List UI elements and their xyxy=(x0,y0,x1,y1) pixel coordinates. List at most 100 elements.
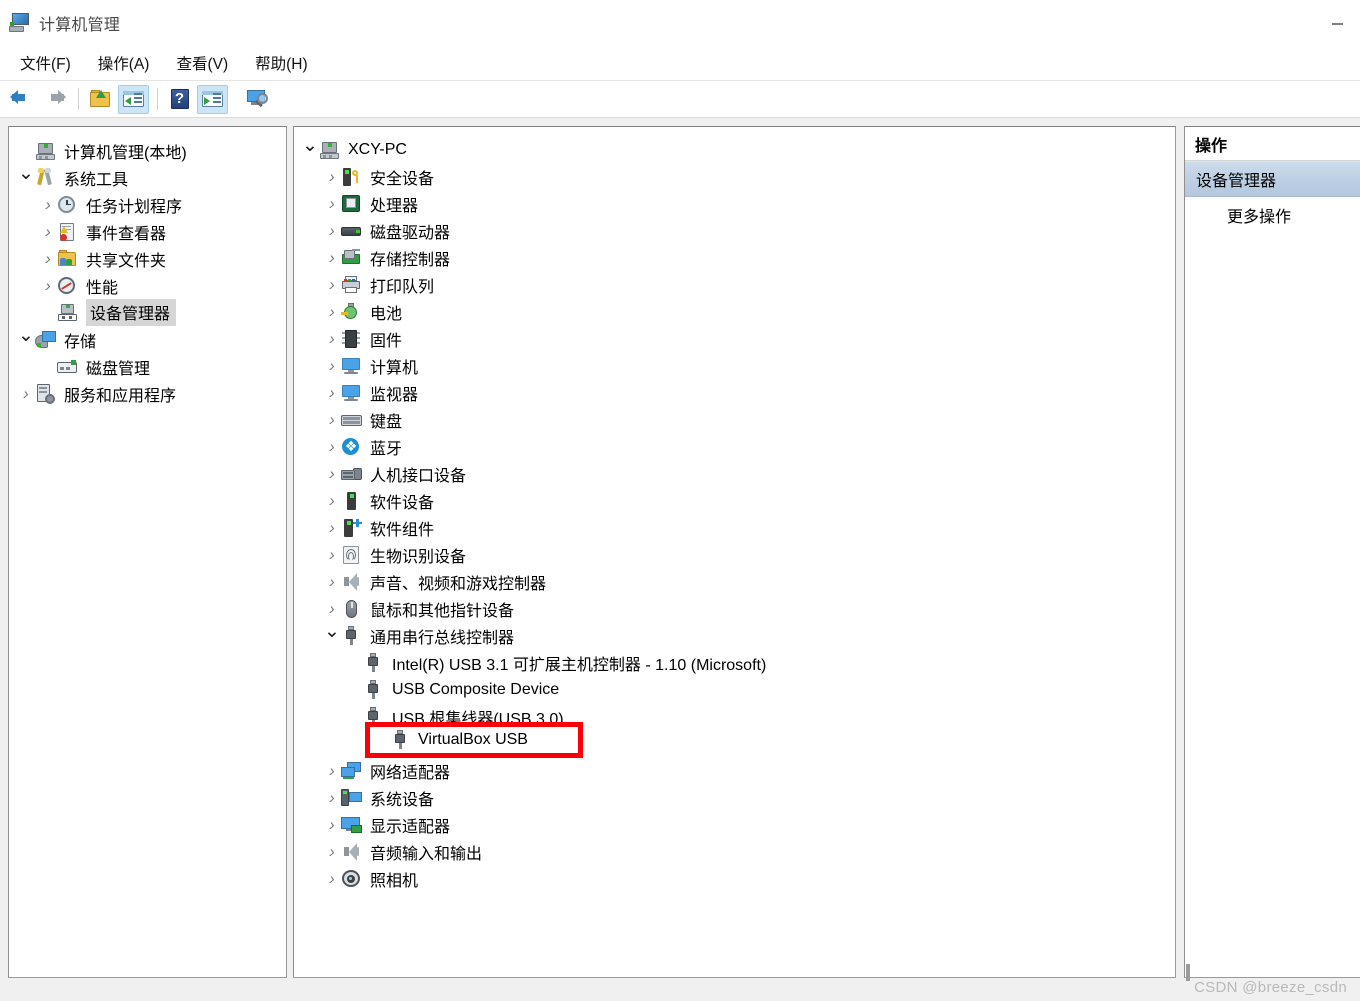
device-category-storage-controllers[interactable]: 存储控制器 xyxy=(301,244,1175,271)
device-node-label: 音频输入和输出 xyxy=(370,845,483,863)
tree-item-performance[interactable]: 性能 xyxy=(17,272,286,299)
menu-item-help[interactable]: 帮助(H) xyxy=(245,49,318,77)
device-node-computer[interactable]: XCY-PC xyxy=(301,136,1175,163)
device-category-firmware[interactable]: 固件 xyxy=(301,325,1175,352)
twisty-collapsed[interactable] xyxy=(323,303,341,320)
forward-button[interactable] xyxy=(39,85,70,114)
twisty-collapsed[interactable] xyxy=(323,843,341,860)
twisty-collapsed[interactable] xyxy=(323,411,341,428)
back-button[interactable] xyxy=(6,85,37,114)
console-tree-panel: 计算机管理(本地) 系统工具 任务计划程序 xyxy=(8,126,287,978)
twisty-collapsed[interactable] xyxy=(323,168,341,185)
device-category-batteries[interactable]: 电池 xyxy=(301,298,1175,325)
device-category-network-adapters[interactable]: 网络适配器 xyxy=(301,757,1175,784)
device-category-audio-inputs-and-outputs[interactable]: 音频输入和输出 xyxy=(301,838,1175,865)
twisty-collapsed[interactable] xyxy=(17,385,35,402)
scan-hardware-icon xyxy=(246,88,271,110)
device-category-usb-controllers[interactable]: 通用串行总线控制器 xyxy=(301,622,1175,649)
audio-io-icon xyxy=(341,842,363,862)
twisty-collapsed[interactable] xyxy=(323,519,341,536)
device-node-label: USB Composite Device xyxy=(392,680,560,698)
device-category-display-adapters[interactable]: 显示适配器 xyxy=(301,811,1175,838)
device-item-intel-usb-xhci[interactable]: Intel(R) USB 3.1 可扩展主机控制器 - 1.10 (Micros… xyxy=(301,649,1175,676)
twisty-collapsed[interactable] xyxy=(323,789,341,806)
twisty-collapsed[interactable] xyxy=(323,222,341,239)
tree-item-storage[interactable]: 存储 xyxy=(17,326,286,353)
device-category-print-queues[interactable]: 打印队列 xyxy=(301,271,1175,298)
tree-item-event-viewer[interactable]: 事件查看器 xyxy=(17,218,286,245)
device-category-mice-and-pointing-devices[interactable]: 鼠标和其他指针设备 xyxy=(301,595,1175,622)
shared-folders-icon xyxy=(57,249,79,269)
twisty-collapsed[interactable] xyxy=(39,277,57,294)
highlighted-device-label: VirtualBox USB xyxy=(418,731,528,748)
twisty-expanded[interactable] xyxy=(323,626,341,645)
twisty-collapsed[interactable] xyxy=(323,330,341,347)
device-category-cameras[interactable]: 照相机 xyxy=(301,865,1175,892)
twisty-collapsed[interactable] xyxy=(323,276,341,293)
twisty-expanded[interactable] xyxy=(301,140,319,159)
action-item-device-manager[interactable]: 设备管理器 xyxy=(1185,161,1360,197)
panel-divider-tick xyxy=(1186,964,1190,981)
twisty-expanded[interactable] xyxy=(17,330,35,349)
twisty-collapsed[interactable] xyxy=(323,465,341,482)
device-node-label: 照相机 xyxy=(370,872,419,890)
tree-item-task-scheduler[interactable]: 任务计划程序 xyxy=(17,191,286,218)
twisty-collapsed[interactable] xyxy=(323,870,341,887)
show-hide-tree-button[interactable] xyxy=(118,84,149,114)
device-category-biometric-devices[interactable]: 生物识别设备 xyxy=(301,541,1175,568)
tree-item-local-computer-management[interactable]: 计算机管理(本地) xyxy=(17,137,286,164)
menu-item-file[interactable]: 文件(F) xyxy=(10,49,81,77)
twisty-collapsed[interactable] xyxy=(323,249,341,266)
minimize-button[interactable] xyxy=(1314,0,1360,46)
device-category-human-interface-devices[interactable]: 人机接口设备 xyxy=(301,460,1175,487)
device-category-bluetooth[interactable]: ❖ 蓝牙 xyxy=(301,433,1175,460)
twisty-collapsed[interactable] xyxy=(323,573,341,590)
twisty-collapsed[interactable] xyxy=(323,384,341,401)
tree-item-services-and-applications[interactable]: 服务和应用程序 xyxy=(17,380,286,407)
twisty-collapsed[interactable] xyxy=(323,600,341,617)
device-node-label: 软件设备 xyxy=(370,494,435,512)
disk-drive-icon xyxy=(341,221,363,241)
device-category-keyboards[interactable]: 键盘 xyxy=(301,406,1175,433)
device-category-software-components[interactable]: 软件组件 xyxy=(301,514,1175,541)
menu-item-view[interactable]: 查看(V) xyxy=(166,49,238,77)
mouse-icon xyxy=(341,599,363,619)
device-item-usb-composite-device[interactable]: USB Composite Device xyxy=(301,676,1175,703)
help-button[interactable]: ? xyxy=(164,85,195,114)
twisty-collapsed[interactable] xyxy=(323,546,341,563)
biometric-device-icon xyxy=(341,545,363,565)
action-item-more-actions[interactable]: 更多操作 xyxy=(1185,197,1360,233)
device-category-computer[interactable]: 计算机 xyxy=(301,352,1175,379)
tree-item-label: 任务计划程序 xyxy=(86,198,183,216)
tree-item-label: 磁盘管理 xyxy=(86,360,151,378)
device-category-disk-drives[interactable]: 磁盘驱动器 xyxy=(301,217,1175,244)
device-node-label: 处理器 xyxy=(370,197,419,215)
twisty-collapsed[interactable] xyxy=(323,357,341,374)
device-category-security-devices[interactable]: 安全设备 xyxy=(301,163,1175,190)
device-node-label: 网络适配器 xyxy=(370,764,451,782)
twisty-collapsed[interactable] xyxy=(323,492,341,509)
show-hide-action-pane-button[interactable] xyxy=(197,84,228,114)
tree-item-device-manager[interactable]: 设备管理器 xyxy=(17,299,286,326)
tree-item-label: 计算机管理(本地) xyxy=(64,144,187,162)
device-category-system-devices[interactable]: 系统设备 xyxy=(301,784,1175,811)
twisty-collapsed[interactable] xyxy=(39,196,57,213)
device-category-software-devices[interactable]: 软件设备 xyxy=(301,487,1175,514)
tree-item-disk-management[interactable]: 磁盘管理 xyxy=(17,353,286,380)
menu-item-action[interactable]: 操作(A) xyxy=(88,49,160,77)
twisty-collapsed[interactable] xyxy=(39,223,57,240)
twisty-collapsed[interactable] xyxy=(39,250,57,267)
tree-item-system-tools[interactable]: 系统工具 xyxy=(17,164,286,191)
twisty-collapsed[interactable] xyxy=(323,762,341,779)
twisty-collapsed[interactable] xyxy=(323,438,341,455)
up-one-level-button[interactable] xyxy=(85,85,116,114)
device-category-sound-video-game-controllers[interactable]: 声音、视频和游戏控制器 xyxy=(301,568,1175,595)
scan-for-hardware-changes-button[interactable] xyxy=(243,85,274,114)
highlighted-device-row[interactable]: VirtualBox USB xyxy=(370,727,578,753)
device-category-processors[interactable]: 处理器 xyxy=(301,190,1175,217)
tree-item-shared-folders[interactable]: 共享文件夹 xyxy=(17,245,286,272)
twisty-collapsed[interactable] xyxy=(323,195,341,212)
device-category-monitors[interactable]: 监视器 xyxy=(301,379,1175,406)
twisty-collapsed[interactable] xyxy=(323,816,341,833)
twisty-expanded[interactable] xyxy=(17,168,35,187)
